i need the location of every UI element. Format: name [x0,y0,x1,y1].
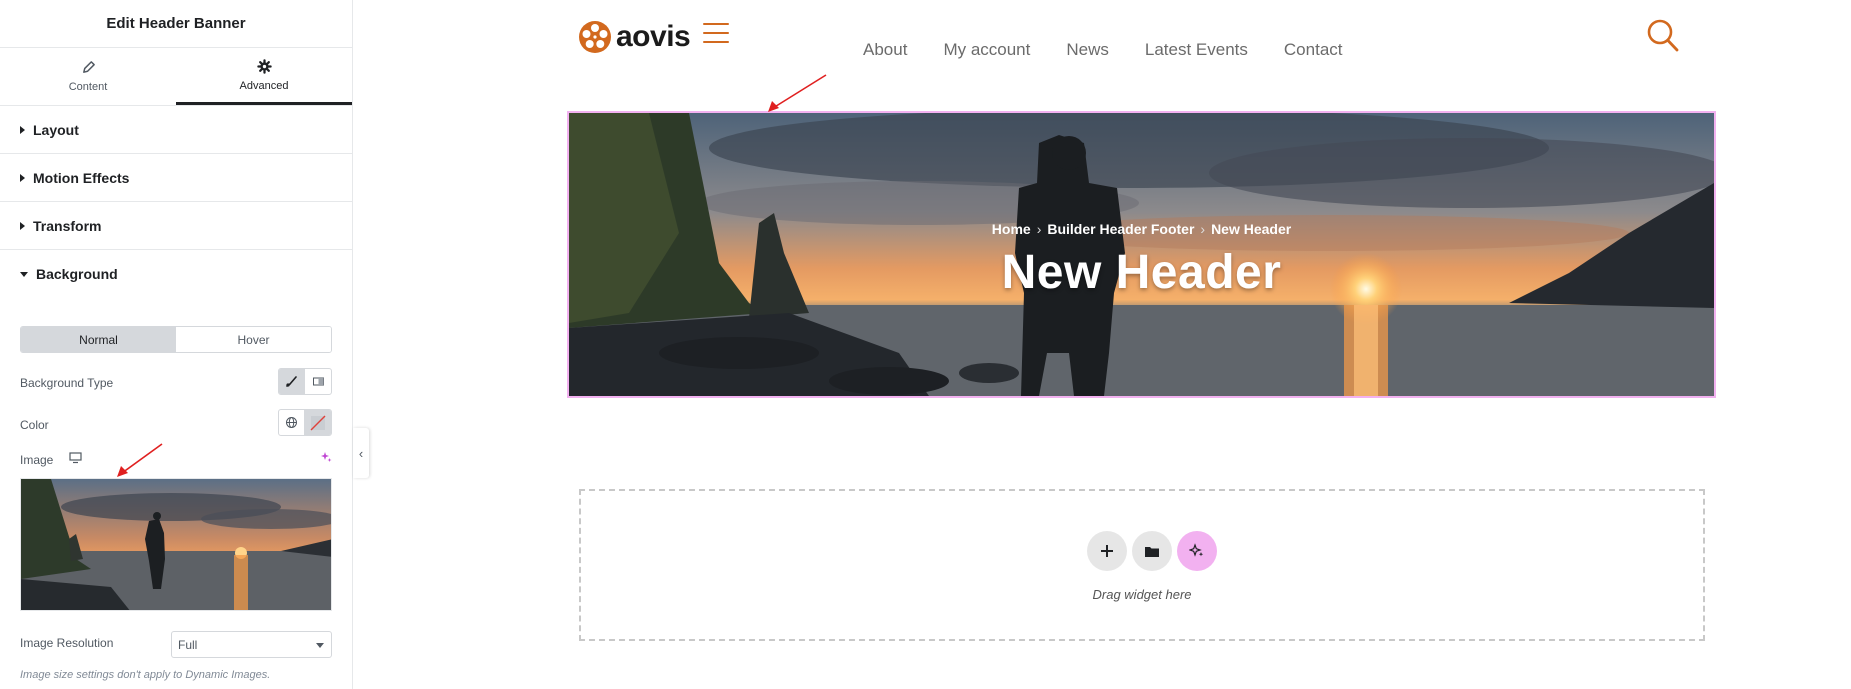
color-control [278,409,332,436]
breadcrumb-home[interactable]: Home [992,221,1031,237]
folder-icon [1145,546,1159,557]
brush-icon[interactable] [279,369,305,394]
menu-hamburger-icon[interactable] [703,23,729,43]
tab-content[interactable]: Content [0,48,176,105]
tab-advanced[interactable]: Advanced [176,48,352,105]
background-state-toggle: Normal Hover [20,326,332,353]
header-banner[interactable]: Home › Builder Header Footer › New Header Ne… [567,111,1716,398]
image-resolution-label: Image Resolution [20,636,114,650]
section-motion-effects-label: Motion Effects [33,169,130,186]
search-icon[interactable] [1646,18,1680,54]
section-layout[interactable]: Layout [0,106,352,154]
state-hover-button[interactable]: Hover [176,327,331,352]
banner-title: New Header [1001,246,1282,299]
pencil-icon [82,61,95,73]
breadcrumb: Home › Builder Header Footer › New Header [569,221,1714,237]
drop-zone-hint: Drag widget here [1092,587,1192,602]
logo-text: aovis [616,20,691,53]
chevron-right-icon: › [1200,221,1206,237]
caret-right-icon [20,125,25,134]
ai-sparkle-icon [1189,543,1204,557]
plus-icon [1101,545,1113,557]
caret-down-icon [20,271,28,277]
image-resolution-select[interactable]: Full [171,631,332,658]
ai-sparkle-icon[interactable] [320,451,332,463]
color-label: Color [20,418,49,432]
tab-advanced-label: Advanced [239,79,289,92]
add-section-button[interactable] [1087,531,1127,571]
desktop-icon[interactable] [69,452,82,464]
image-resolution-value: Full [178,637,198,652]
add-template-button[interactable] [1132,531,1172,571]
background-type-group [278,368,332,395]
section-transform[interactable]: Transform [0,202,352,250]
gear-icon [256,58,272,74]
state-normal-button[interactable]: Normal [21,327,176,352]
collapse-panel-button[interactable]: ‹ [353,428,369,478]
breadcrumb-builder-header-footer[interactable]: Builder Header Footer [1047,221,1194,237]
image-resolution-note: Image size settings don't apply to Dynam… [20,669,271,681]
nav-link-contact[interactable]: Contact [1284,40,1343,60]
film-reel-icon [579,21,611,53]
tab-content-label: Content [68,81,108,93]
nav-link-news[interactable]: News [1066,40,1109,60]
editor-panel: Edit Header Banner Content Advanced Layo… [0,0,353,689]
section-layout-label: Layout [33,121,79,138]
background-type-label: Background Type [20,376,114,390]
panel-title: Edit Header Banner [0,0,352,48]
caret-right-icon [20,221,25,230]
nav-link-my-account[interactable]: My account [943,40,1030,60]
globe-icon[interactable] [279,410,305,435]
ai-generate-button[interactable] [1177,531,1217,571]
section-transform-label: Transform [33,217,102,234]
site-logo[interactable]: aovis [578,20,691,54]
panel-tabs: Content Advanced [0,48,352,106]
section-background[interactable]: Background [0,250,352,298]
image-label: Image [20,453,54,467]
chevron-down-icon [316,643,324,648]
widget-drop-zone[interactable]: Drag widget here [579,489,1705,641]
breadcrumb-current: New Header [1211,221,1292,237]
gradient-icon[interactable] [305,369,331,394]
caret-right-icon [20,173,25,182]
annotation-arrow [768,74,827,112]
nav-link-about[interactable]: About [863,40,907,60]
background-image-preview[interactable] [20,478,332,611]
color-swatch-empty[interactable] [305,410,331,435]
chevron-right-icon: › [1036,221,1042,237]
section-background-label: Background [36,266,118,282]
main-nav: About My account News Latest Events Cont… [863,40,1343,60]
nav-link-latest-events[interactable]: Latest Events [1145,40,1248,60]
section-motion-effects[interactable]: Motion Effects [0,154,352,202]
